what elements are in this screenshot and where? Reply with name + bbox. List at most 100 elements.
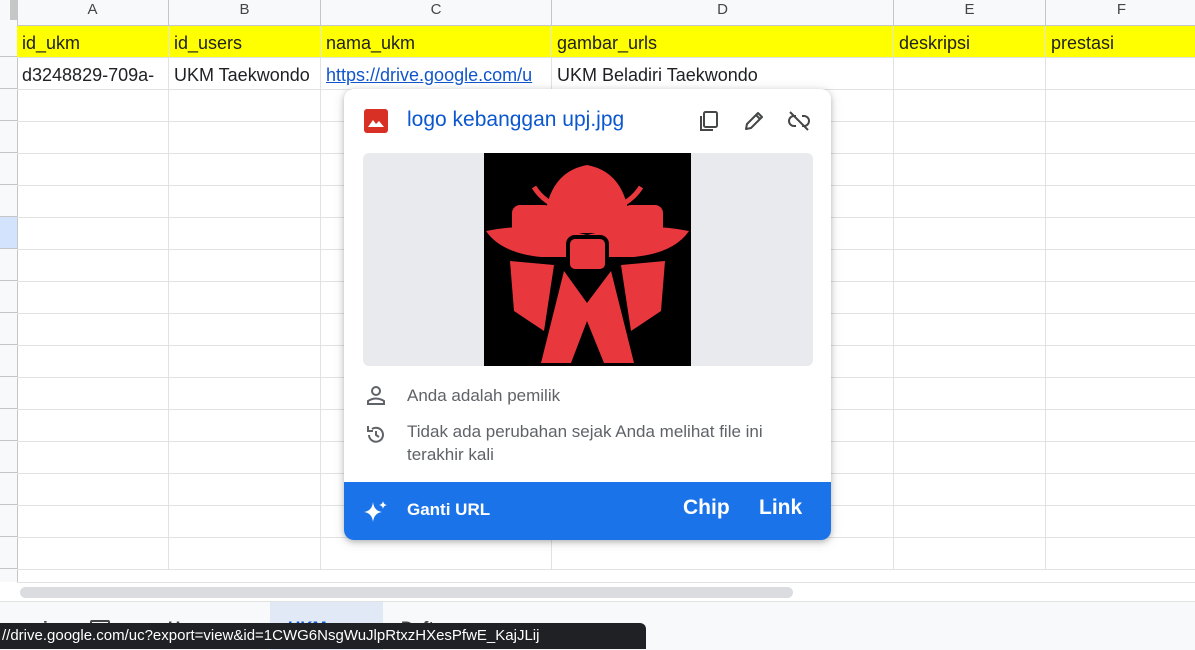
empty-cell[interactable] <box>169 218 321 249</box>
cell-header-nama-ukm[interactable]: nama_ukm <box>321 26 552 57</box>
column-header-e[interactable]: E <box>894 0 1046 25</box>
empty-cell[interactable] <box>894 218 1046 249</box>
empty-cell[interactable] <box>17 154 169 185</box>
empty-cell[interactable] <box>169 378 321 409</box>
empty-cell[interactable] <box>17 506 169 537</box>
cell-header-prestasi[interactable]: prestasi <box>1046 26 1195 57</box>
cell-header-id-ukm[interactable]: id_ukm <box>17 26 169 57</box>
row-header-selected[interactable] <box>0 217 17 249</box>
empty-cell[interactable] <box>169 90 321 121</box>
row-header[interactable] <box>0 505 17 537</box>
empty-cell[interactable] <box>894 314 1046 345</box>
empty-cell[interactable] <box>1046 474 1195 505</box>
cell-nama-ukm-link[interactable]: https://drive.google.com/u <box>321 58 552 89</box>
cell-header-deskripsi[interactable]: deskripsi <box>894 26 1046 57</box>
cell-prestasi[interactable] <box>1046 58 1195 89</box>
column-header-c[interactable]: C <box>321 0 552 25</box>
chip-button[interactable]: Chip <box>683 496 730 520</box>
remove-link-button[interactable] <box>784 106 814 136</box>
row-header[interactable] <box>0 313 17 345</box>
empty-cell[interactable] <box>17 314 169 345</box>
empty-cell[interactable] <box>1046 538 1195 569</box>
row-header[interactable] <box>0 89 17 121</box>
empty-cell[interactable] <box>894 186 1046 217</box>
cell-deskripsi[interactable] <box>894 58 1046 89</box>
empty-cell[interactable] <box>552 538 894 569</box>
empty-cell[interactable] <box>1046 122 1195 153</box>
empty-cell[interactable] <box>169 346 321 377</box>
copy-button[interactable] <box>694 106 724 136</box>
row-header[interactable] <box>0 377 17 409</box>
empty-cell[interactable] <box>894 378 1046 409</box>
empty-cell[interactable] <box>17 186 169 217</box>
empty-cell[interactable] <box>894 538 1046 569</box>
cell-header-gambar-urls[interactable]: gambar_urls <box>552 26 894 57</box>
row-header[interactable] <box>0 153 17 185</box>
empty-cell[interactable] <box>1046 314 1195 345</box>
row-header[interactable] <box>0 121 17 153</box>
empty-cell[interactable] <box>169 442 321 473</box>
row-header[interactable] <box>0 537 17 569</box>
empty-cell[interactable] <box>894 250 1046 281</box>
empty-cell[interactable] <box>1046 442 1195 473</box>
empty-cell[interactable] <box>169 474 321 505</box>
row-header[interactable] <box>0 409 17 441</box>
empty-cell[interactable] <box>17 378 169 409</box>
empty-cell[interactable] <box>894 282 1046 313</box>
column-header-f[interactable]: F <box>1046 0 1195 25</box>
empty-cell[interactable] <box>169 538 321 569</box>
empty-cell[interactable] <box>169 314 321 345</box>
cell-gambar-urls[interactable]: UKM Beladiri Taekwondo <box>552 58 894 89</box>
empty-cell[interactable] <box>17 218 169 249</box>
empty-cell[interactable] <box>1046 282 1195 313</box>
empty-cell[interactable] <box>169 122 321 153</box>
empty-cell[interactable] <box>894 474 1046 505</box>
empty-cell[interactable] <box>17 538 169 569</box>
cell-id-ukm[interactable]: d3248829-709a- <box>17 58 169 89</box>
empty-cell[interactable] <box>321 538 552 569</box>
row-header[interactable] <box>0 441 17 473</box>
empty-cell[interactable] <box>17 90 169 121</box>
edit-link-button[interactable] <box>739 106 769 136</box>
empty-cell[interactable] <box>1046 378 1195 409</box>
empty-cell[interactable] <box>169 154 321 185</box>
replace-url-button[interactable]: Ganti URL <box>407 500 490 520</box>
empty-cell[interactable] <box>17 122 169 153</box>
link-button[interactable]: Link <box>759 496 802 520</box>
cell-header-id-users[interactable]: id_users <box>169 26 321 57</box>
empty-cell[interactable] <box>169 250 321 281</box>
empty-cell[interactable] <box>1046 90 1195 121</box>
empty-cell[interactable] <box>1046 250 1195 281</box>
horizontal-scrollbar-thumb[interactable] <box>20 587 793 598</box>
row-header[interactable] <box>0 473 17 505</box>
select-all-corner[interactable] <box>0 0 18 25</box>
empty-cell[interactable] <box>17 250 169 281</box>
row-header[interactable] <box>0 249 17 281</box>
cell-id-users[interactable]: UKM Taekwondo <box>169 58 321 89</box>
empty-cell[interactable] <box>17 346 169 377</box>
empty-cell[interactable] <box>17 442 169 473</box>
column-header-a[interactable]: A <box>17 0 169 25</box>
empty-cell[interactable] <box>169 282 321 313</box>
horizontal-scrollbar[interactable] <box>17 582 1195 601</box>
empty-cell[interactable] <box>1046 506 1195 537</box>
empty-cell[interactable] <box>17 410 169 441</box>
file-name-link[interactable]: logo kebanggan upj.jpg <box>407 108 624 132</box>
empty-cell[interactable] <box>894 154 1046 185</box>
empty-cell[interactable] <box>1046 154 1195 185</box>
row-header[interactable] <box>0 25 17 57</box>
row-header[interactable] <box>0 185 17 217</box>
column-header-b[interactable]: B <box>169 0 321 25</box>
empty-cell[interactable] <box>894 346 1046 377</box>
empty-cell[interactable] <box>894 410 1046 441</box>
row-header[interactable] <box>0 57 17 89</box>
empty-cell[interactable] <box>894 90 1046 121</box>
empty-cell[interactable] <box>169 186 321 217</box>
image-preview[interactable] <box>363 153 813 366</box>
empty-cell[interactable] <box>169 410 321 441</box>
empty-cell[interactable] <box>1046 410 1195 441</box>
empty-cell[interactable] <box>17 282 169 313</box>
row-header[interactable] <box>0 345 17 377</box>
empty-cell[interactable] <box>894 122 1046 153</box>
empty-cell[interactable] <box>17 474 169 505</box>
